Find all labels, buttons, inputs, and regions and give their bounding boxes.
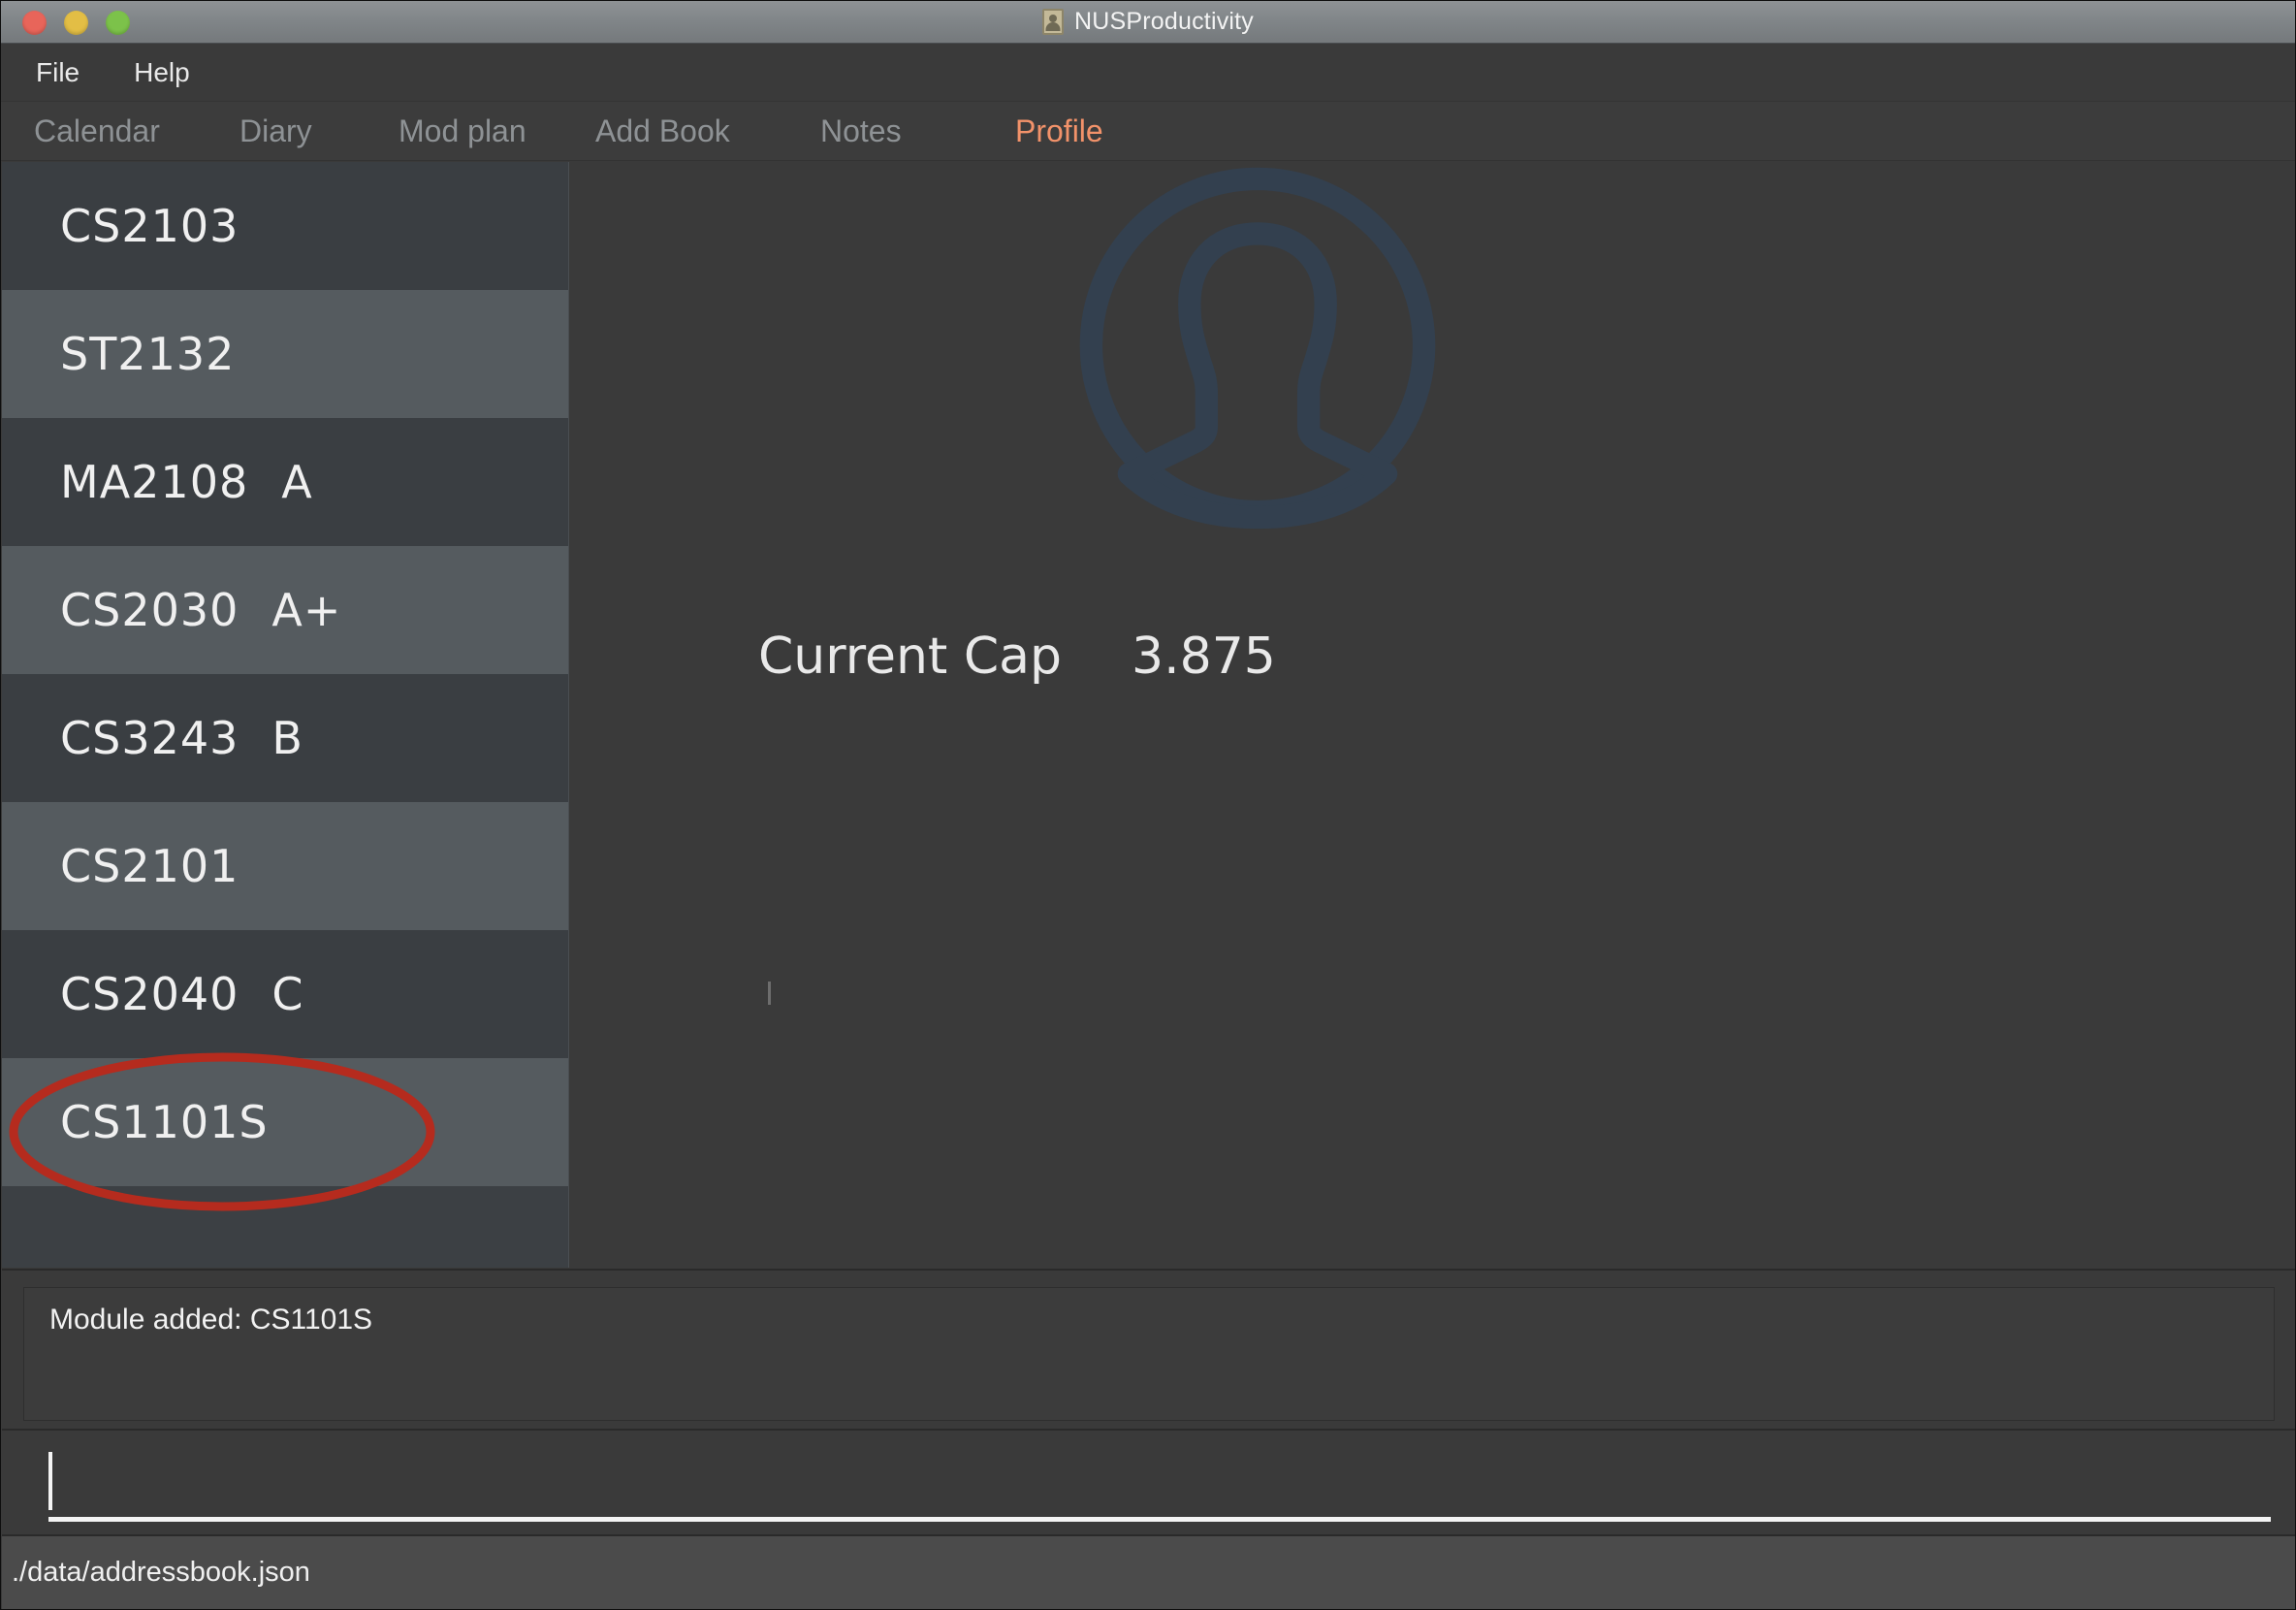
profile-panel: Current Cap 3.875 (568, 162, 2295, 1268)
window-title: NUSProductivity (1074, 8, 1254, 35)
tab-diary[interactable]: Diary (239, 113, 399, 149)
tab-bar: Calendar Diary Mod plan Add Book Notes P… (1, 102, 2295, 161)
result-panel: Module added: CS1101S (2, 1269, 2295, 1429)
module-code: CS3243 (60, 712, 239, 764)
module-grade: C (271, 968, 304, 1020)
window-titlebar: NUSProductivity (1, 1, 2295, 44)
module-grade: A+ (271, 584, 342, 636)
window-title-group: NUSProductivity (1042, 8, 1254, 36)
module-code: CS1101S (60, 1096, 269, 1148)
tab-notes[interactable]: Notes (820, 113, 1015, 149)
module-grade: A (281, 456, 313, 508)
pane-divider-tick (768, 982, 771, 1005)
module-code: CS2101 (60, 840, 239, 892)
command-input[interactable] (23, 1431, 2275, 1534)
menu-help[interactable]: Help (126, 55, 198, 90)
list-item[interactable]: ST2132 (2, 290, 568, 418)
current-cap-label: Current Cap (758, 628, 1063, 686)
module-code: CS2103 (60, 200, 239, 252)
menu-file[interactable]: File (28, 55, 87, 90)
minimize-button[interactable] (64, 10, 88, 35)
user-avatar-icon (1079, 167, 1436, 530)
list-item[interactable]: MA2108 A (2, 418, 568, 546)
list-item[interactable]: CS2040 C (2, 930, 568, 1058)
menu-bar: File Help (1, 44, 2295, 102)
result-message: Module added: CS1101S (49, 1304, 373, 1336)
address-book-icon (1042, 9, 1064, 35)
list-item[interactable]: CS2030 A+ (2, 546, 568, 674)
app-window: NUSProductivity File Help Calendar Diary… (0, 0, 2296, 1610)
tab-mod-plan[interactable]: Mod plan (399, 113, 595, 149)
maximize-button[interactable] (106, 10, 130, 35)
text-caret (48, 1452, 52, 1510)
result-display-box: Module added: CS1101S (23, 1287, 2275, 1421)
tab-calendar[interactable]: Calendar (34, 113, 239, 149)
main-content: CS2103 ST2132 MA2108 A CS2030 A+ CS3243 … (2, 162, 2295, 1268)
module-grade: B (271, 712, 303, 764)
module-code: MA2108 (60, 456, 249, 508)
list-item[interactable]: CS1101S (2, 1058, 568, 1186)
window-controls (22, 1, 130, 44)
list-item[interactable]: CS2103 (2, 162, 568, 290)
list-item[interactable]: CS3243 B (2, 674, 568, 802)
module-code: ST2132 (60, 328, 236, 380)
command-input-underline (48, 1517, 2271, 1522)
module-code: CS2040 (60, 968, 239, 1020)
tab-add-book[interactable]: Add Book (595, 113, 820, 149)
current-cap-row: Current Cap 3.875 (568, 628, 2295, 686)
command-box[interactable] (2, 1429, 2295, 1534)
close-button[interactable] (22, 10, 47, 35)
save-location-path: ./data/addressbook.json (12, 1557, 310, 1588)
tab-profile[interactable]: Profile (1015, 113, 1103, 149)
current-cap-value: 3.875 (1132, 628, 1276, 686)
list-item[interactable]: CS2101 (2, 802, 568, 930)
module-code: CS2030 (60, 584, 239, 636)
status-bar: ./data/addressbook.json (2, 1534, 2295, 1609)
module-list[interactable]: CS2103 ST2132 MA2108 A CS2030 A+ CS3243 … (2, 162, 569, 1268)
